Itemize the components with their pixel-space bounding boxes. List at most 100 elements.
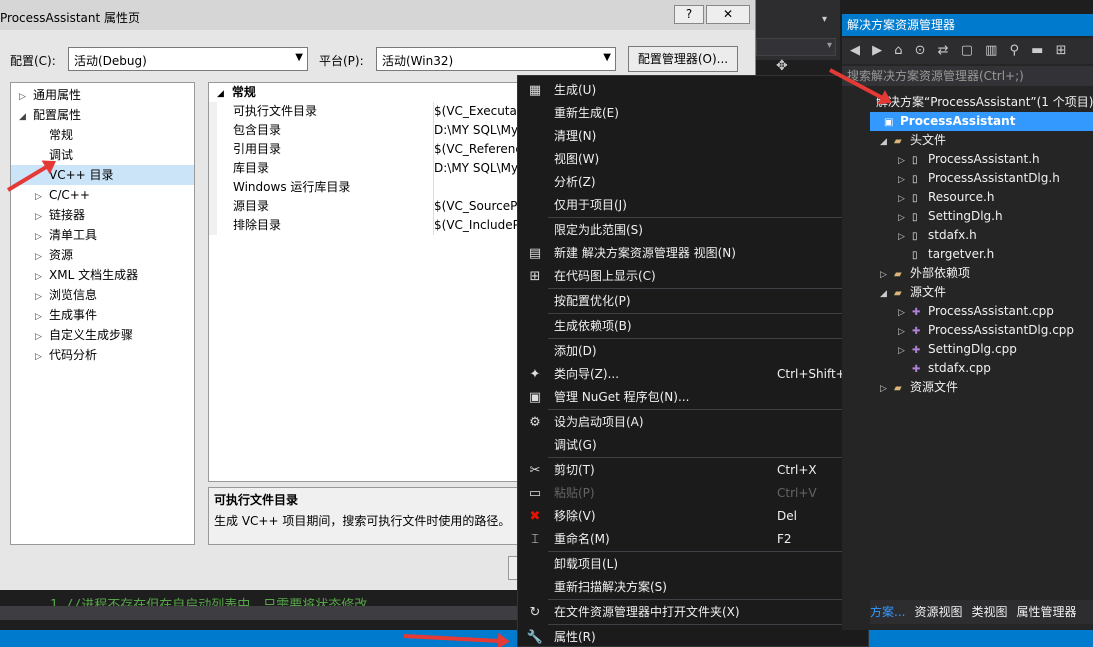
menu-item[interactable]: 重新扫描解决方案(S)	[518, 576, 868, 599]
collapse-icon[interactable]: ◢	[217, 89, 224, 99]
solution-tree-node[interactable]: ◢ ▰ 源文件	[880, 283, 946, 302]
menu-item[interactable]: ▦ 生成(U)	[518, 79, 868, 102]
solution-tree-node[interactable]: ▷ ▯ ProcessAssistant.h	[898, 150, 1040, 169]
expand-icon[interactable]: ▷	[35, 227, 49, 247]
help-button[interactable]: ?	[674, 5, 704, 24]
tree-item[interactable]: 常规	[11, 125, 194, 145]
tree-item[interactable]: ▷ 清单工具	[11, 225, 194, 245]
tree-item[interactable]: ▷ 浏览信息	[11, 285, 194, 305]
menu-item[interactable]: ⌶ 重命名(M) F2	[518, 528, 868, 551]
tree-item[interactable]: ▷ 生成事件	[11, 305, 194, 325]
property-value[interactable]: $(VC_Executab	[433, 102, 517, 121]
menu-item[interactable]: ⚙ 设为启动项目(A)	[518, 411, 868, 434]
menu-item[interactable]: 添加(D)▶	[518, 340, 868, 363]
menu-item[interactable]: 按配置优化(P)▶	[518, 290, 868, 313]
tree-item[interactable]: ▷ 代码分析	[11, 345, 194, 365]
property-grid: ◢ 常规 可执行文件目录 $(VC_Executab 包含目录 D:\MY SQL\My…	[208, 82, 518, 482]
tree-item[interactable]: ▷ 资源	[11, 245, 194, 265]
folder-icon: ▰	[894, 288, 902, 299]
menu-item[interactable]: 生成依赖项(B)▶	[518, 315, 868, 338]
grid-row[interactable]: Windows 运行库目录	[209, 178, 517, 197]
grid-row[interactable]: 库目录 D:\MY SQL\My	[209, 159, 517, 178]
expand-icon[interactable]: ▷	[880, 380, 894, 399]
tree-item[interactable]: ▷ XML 文档生成器	[11, 265, 194, 285]
solution-tree-node[interactable]: ✚ stdafx.cpp	[898, 359, 991, 378]
menu-item[interactable]: ✦ 类向导(Z)... Ctrl+Shift+X	[518, 363, 868, 386]
menu-item[interactable]: ↻ 在文件资源管理器中打开文件夹(X)	[518, 601, 868, 624]
search-input[interactable]: 搜索解决方案资源管理器(Ctrl+;)	[842, 66, 1093, 86]
panel-tab[interactable]: 资源视图	[914, 605, 962, 619]
grid-row[interactable]: 源目录 $(VC_SourcePa	[209, 197, 517, 216]
menu-item[interactable]: ⊞ 在代码图上显示(C)	[518, 265, 868, 288]
solution-tree-node[interactable]: ▷ ▰ 资源文件	[880, 378, 958, 397]
expand-icon[interactable]: ▷	[35, 327, 49, 347]
tree-item[interactable]: ◢ 配置属性	[11, 105, 194, 125]
solution-tree-node[interactable]: ▣ ProcessAssistant	[870, 112, 1093, 131]
property-value[interactable]: D:\MY SQL\My	[433, 121, 517, 140]
menu-item[interactable]: 仅用于项目(J)▶	[518, 194, 868, 217]
solution-tree-node[interactable]: 解决方案“ProcessAssistant”(1 个项目)	[876, 93, 1093, 112]
property-value[interactable]: $(VC_IncludePa	[433, 216, 517, 235]
solution-tree-node[interactable]: ▷ ▯ SettingDlg.h	[898, 207, 1003, 226]
panel-tab[interactable]: 类视图	[971, 605, 1007, 619]
expand-icon[interactable]: ▷	[35, 187, 49, 207]
panel-tab[interactable]: 属性管理器	[1016, 605, 1076, 619]
menu-item[interactable]: 卸载项目(L)	[518, 553, 868, 576]
panel-tab[interactable]: 方案...	[870, 605, 905, 619]
expand-icon[interactable]: ▷	[35, 347, 49, 367]
property-value[interactable]: D:\MY SQL\My	[433, 159, 517, 178]
solution-tree-node[interactable]: ◢ ▰ 头文件	[880, 131, 946, 150]
tree-item[interactable]: ▷ C/C++	[11, 185, 194, 205]
solution-tree-node[interactable]: ▷ ✚ ProcessAssistantDlg.cpp	[898, 321, 1074, 340]
menu-item[interactable]: 清理(N)	[518, 125, 868, 148]
platform-select[interactable]: 活动(Win32) ▼	[376, 47, 616, 71]
menu-item[interactable]: 🔧 属性(R)	[518, 626, 868, 647]
close-button[interactable]: ✕	[706, 5, 750, 24]
solution-tree-node[interactable]: ▯ targetver.h	[898, 245, 994, 264]
solution-tree-node[interactable]: ▷ ▰ 外部依赖项	[880, 264, 970, 283]
expand-icon[interactable]: ▷	[35, 267, 49, 287]
solution-explorer-toolbar[interactable]: ◀ ▶ ⌂ ⊙ ⇄ ▢ ▥ ⚲ ▬ ⊞	[842, 38, 1093, 64]
expand-icon[interactable]: ▷	[35, 287, 49, 307]
menu-item[interactable]: 重新生成(E)	[518, 102, 868, 125]
tree-item[interactable]: 调试	[11, 145, 194, 165]
tree-item[interactable]: ▷ 链接器	[11, 205, 194, 225]
menu-item-icon: ✂	[529, 463, 541, 478]
grid-row[interactable]: 包含目录 D:\MY SQL\My	[209, 121, 517, 140]
expand-icon[interactable]: ▷	[35, 207, 49, 227]
menu-item[interactable]: 视图(W)▶	[518, 148, 868, 171]
menu-item[interactable]: ▭ 粘贴(P) Ctrl+V	[518, 482, 868, 505]
expanded-icon[interactable]: ◢	[880, 285, 894, 304]
config-manager-button[interactable]: 配置管理器(O)...	[628, 46, 738, 72]
menu-item[interactable]: ✖ 移除(V) Del	[518, 505, 868, 528]
expand-icon[interactable]: ▷	[19, 87, 33, 107]
solution-tree-node[interactable]: ▷ ▯ stdafx.h	[898, 226, 977, 245]
menu-item[interactable]: 分析(Z)▶	[518, 171, 868, 194]
menu-item-shortcut: Del	[777, 509, 797, 523]
menu-item[interactable]: ▣ 管理 NuGet 程序包(N)...	[518, 386, 868, 409]
menu-item[interactable]: 限定为此范围(S)	[518, 219, 868, 242]
tree-item[interactable]: ▷ 通用属性	[11, 85, 194, 105]
menu-item[interactable]: ✂ 剪切(T) Ctrl+X	[518, 459, 868, 482]
tree-item[interactable]: ▷ 自定义生成步骤	[11, 325, 194, 345]
grid-row[interactable]: 排除目录 $(VC_IncludePa	[209, 216, 517, 235]
expanded-icon[interactable]: ◢	[880, 133, 894, 152]
property-value[interactable]: $(VC_SourcePa	[433, 197, 517, 216]
expand-icon[interactable]: ▷	[35, 307, 49, 327]
expanded-icon[interactable]: ◢	[19, 107, 33, 127]
ide-member-combo[interactable]	[756, 38, 836, 56]
property-value[interactable]	[433, 178, 434, 197]
menu-item[interactable]: 调试(G)▶	[518, 434, 868, 457]
grid-category-header[interactable]: ◢ 常规	[209, 83, 517, 102]
solution-tree-node[interactable]: ▷ ▯ ProcessAssistantDlg.h	[898, 169, 1060, 188]
solution-tree-node[interactable]: ▷ ✚ ProcessAssistant.cpp	[898, 302, 1054, 321]
grid-row[interactable]: 引用目录 $(VC_Reference	[209, 140, 517, 159]
solution-tree-node[interactable]: ▷ ▯ Resource.h	[898, 188, 994, 207]
menu-item[interactable]: ▤ 新建 解决方案资源管理器 视图(N)	[518, 242, 868, 265]
solution-tree-node[interactable]: ▷ ✚ SettingDlg.cpp	[898, 340, 1017, 359]
config-select[interactable]: 活动(Debug) ▼	[68, 47, 308, 71]
dropdown-icon[interactable]: ▾	[822, 14, 827, 25]
expand-icon[interactable]: ▷	[35, 247, 49, 267]
property-value[interactable]: $(VC_Reference	[433, 140, 517, 159]
grid-row[interactable]: 可执行文件目录 $(VC_Executab	[209, 102, 517, 121]
